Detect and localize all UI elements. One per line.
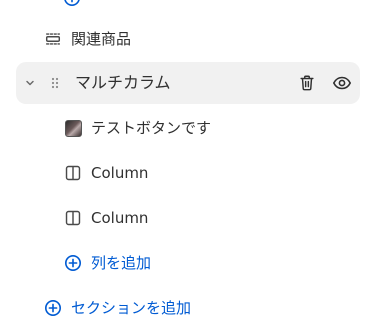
block-item-image-button[interactable]: テストボタンです (0, 117, 376, 139)
section-item-label: マルチカラム (75, 73, 171, 92)
column-icon (64, 164, 82, 182)
section-layout-icon (44, 30, 62, 48)
column-icon (64, 209, 82, 227)
section-item-related-products[interactable]: 関連商品 (0, 28, 376, 50)
block-item-label: Column (91, 164, 149, 182)
add-circle-icon (64, 254, 82, 272)
block-item-column-2[interactable]: Column (0, 207, 376, 229)
section-item-label: 関連商品 (71, 30, 132, 48)
section-item-multicolumn[interactable]: マルチカラム (16, 62, 360, 104)
trash-icon (298, 74, 316, 92)
drag-handle-icon[interactable] (50, 76, 60, 90)
delete-section-button[interactable] (295, 71, 319, 95)
toggle-visibility-button[interactable] (330, 71, 354, 95)
add-section-label: セクションを追加 (71, 299, 192, 317)
theme-editor-sidebar: 関連商品 マルチカラム テストボタンです Column Column 列を追加 … (0, 0, 376, 323)
block-item-column-1[interactable]: Column (0, 162, 376, 184)
add-section-button[interactable]: セクションを追加 (0, 297, 376, 319)
eye-icon (332, 73, 352, 93)
add-circle-icon (44, 299, 62, 317)
block-item-label: テストボタンです (91, 119, 212, 137)
image-thumbnail (65, 119, 82, 137)
add-circle-icon-partial[interactable] (63, 0, 81, 7)
block-item-label: Column (91, 209, 149, 227)
add-block-label: 列を追加 (91, 254, 152, 272)
section-actions (295, 71, 354, 95)
add-block-button[interactable]: 列を追加 (0, 252, 376, 274)
chevron-down-icon[interactable] (22, 75, 38, 91)
